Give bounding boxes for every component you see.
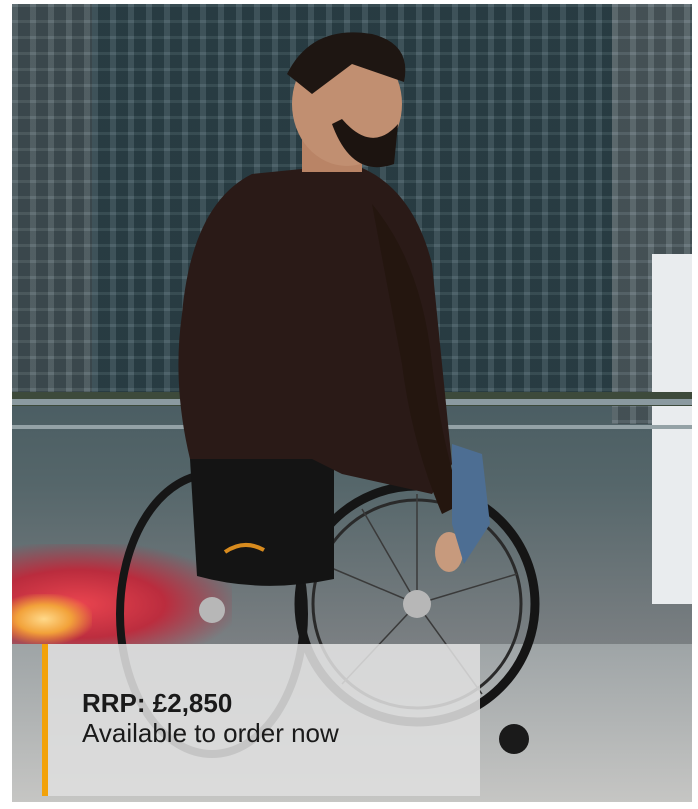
price-text: RRP: £2,850 — [82, 688, 233, 718]
price-overlay: RRP: £2,850 Available to order now — [42, 644, 480, 796]
product-photo: RRP: £2,850 Available to order now — [12, 4, 692, 802]
availability-text: Available to order now — [82, 718, 339, 748]
